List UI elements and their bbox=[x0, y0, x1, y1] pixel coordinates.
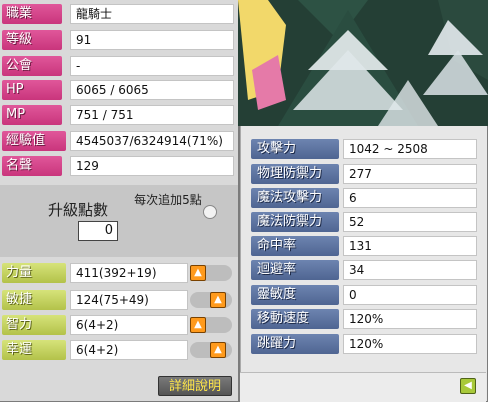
stat-row-int: 智力 6(4+2) ▲ bbox=[2, 315, 234, 335]
int-label: 智力 bbox=[2, 315, 66, 335]
detail-row-accuracy: 命中率 131 bbox=[251, 236, 477, 256]
pdef-value: 277 bbox=[343, 164, 477, 184]
ability-point-title: 升級點數 bbox=[48, 201, 109, 219]
dex-value: 124(75+49) bbox=[70, 290, 188, 310]
dex-up-arrow-icon[interactable]: ▲ bbox=[210, 292, 226, 308]
mdef-value: 52 bbox=[343, 212, 477, 232]
detail-row-hands: 靈敏度 0 bbox=[251, 285, 477, 305]
info-row-fame: 名聲 129 bbox=[2, 156, 234, 176]
mp-label: MP bbox=[2, 105, 62, 125]
detail-row-mdef: 魔法防禦力 52 bbox=[251, 212, 477, 232]
hands-label: 靈敏度 bbox=[251, 285, 339, 305]
str-label: 力量 bbox=[2, 263, 66, 283]
jump-label: 跳躍力 bbox=[251, 334, 339, 354]
snowy-trees-image bbox=[238, 0, 488, 126]
int-value: 6(4+2) bbox=[70, 315, 188, 335]
matk-label: 魔法攻擊力 bbox=[251, 188, 339, 208]
stat-row-dex: 敏捷 124(75+49) ▲ bbox=[2, 290, 234, 310]
hp-value: 6065 / 6065 bbox=[70, 80, 234, 100]
level-value: 91 bbox=[70, 30, 234, 50]
speed-label: 移動速度 bbox=[251, 309, 339, 329]
luk-up-arrow-icon[interactable]: ▲ bbox=[210, 342, 226, 358]
exp-value: 4545037/6324914(71%) bbox=[70, 131, 234, 151]
str-value: 411(392+19) bbox=[70, 263, 188, 283]
dex-label: 敏捷 bbox=[2, 290, 66, 310]
attack-value: 1042 ~ 2508 bbox=[343, 139, 477, 159]
guild-label: 公會 bbox=[2, 56, 62, 76]
detail-row-pdef: 物理防禦力 277 bbox=[251, 164, 477, 184]
jump-value: 120% bbox=[343, 334, 477, 354]
mp-value: 751 / 751 bbox=[70, 105, 234, 125]
mdef-label: 魔法防禦力 bbox=[251, 212, 339, 232]
stat-row-luk: 幸運 6(4+2) ▲ bbox=[2, 340, 234, 360]
detail-stats-panel: 攻擊力 1042 ~ 2508 物理防禦力 277 魔法攻擊力 6 魔法防禦力 … bbox=[240, 126, 487, 401]
detail-row-speed: 移動速度 120% bbox=[251, 309, 477, 329]
pdef-label: 物理防禦力 bbox=[251, 164, 339, 184]
left-arrow-icon[interactable]: ◀ bbox=[460, 378, 476, 394]
ability-point-value: 0 bbox=[78, 221, 118, 241]
detail-row-matk: 魔法攻擊力 6 bbox=[251, 188, 477, 208]
accuracy-label: 命中率 bbox=[251, 236, 339, 256]
str-up-arrow-icon[interactable]: ▲ bbox=[190, 265, 206, 281]
luk-label: 幸運 bbox=[2, 340, 66, 360]
character-info-panel: 職業 龍騎士 等級 91 公會 - HP 6065 / 6065 MP 751 … bbox=[0, 0, 238, 401]
toggle-dot-icon[interactable] bbox=[203, 205, 217, 219]
detail-row-attack: 攻擊力 1042 ~ 2508 bbox=[251, 139, 477, 159]
ability-point-hint: 每次追加5點 bbox=[134, 193, 202, 207]
stat-row-str: 力量 411(392+19) ▲ bbox=[2, 263, 234, 283]
fame-label: 名聲 bbox=[2, 156, 62, 176]
guild-value: - bbox=[70, 56, 234, 76]
info-row-guild: 公會 - bbox=[2, 56, 234, 76]
info-row-hp: HP 6065 / 6065 bbox=[2, 80, 234, 100]
speed-value: 120% bbox=[343, 309, 477, 329]
job-value: 龍騎士 bbox=[70, 4, 234, 24]
detail-row-jump: 跳躍力 120% bbox=[251, 334, 477, 354]
attack-label: 攻擊力 bbox=[251, 139, 339, 159]
info-row-mp: MP 751 / 751 bbox=[2, 105, 234, 125]
job-label: 職業 bbox=[2, 4, 62, 24]
level-label: 等級 bbox=[2, 30, 62, 50]
info-row-level: 等級 91 bbox=[2, 30, 234, 50]
avoid-value: 34 bbox=[343, 260, 477, 280]
exp-label: 經驗值 bbox=[2, 131, 66, 151]
hp-label: HP bbox=[2, 80, 62, 100]
avoid-label: 迴避率 bbox=[251, 260, 339, 280]
hands-value: 0 bbox=[343, 285, 477, 305]
detail-row-avoid: 迴避率 34 bbox=[251, 260, 477, 280]
fame-value: 129 bbox=[70, 156, 234, 176]
luk-value: 6(4+2) bbox=[70, 340, 188, 360]
info-row-exp: 經驗值 4545037/6324914(71%) bbox=[2, 131, 234, 151]
detail-panel-footer bbox=[240, 372, 486, 402]
accuracy-value: 131 bbox=[343, 236, 477, 256]
info-row-job: 職業 龍騎士 bbox=[2, 4, 234, 24]
detail-button[interactable]: 詳細說明 bbox=[158, 376, 232, 396]
matk-value: 6 bbox=[343, 188, 477, 208]
background-scene bbox=[238, 0, 488, 126]
int-up-arrow-icon[interactable]: ▲ bbox=[190, 317, 206, 333]
